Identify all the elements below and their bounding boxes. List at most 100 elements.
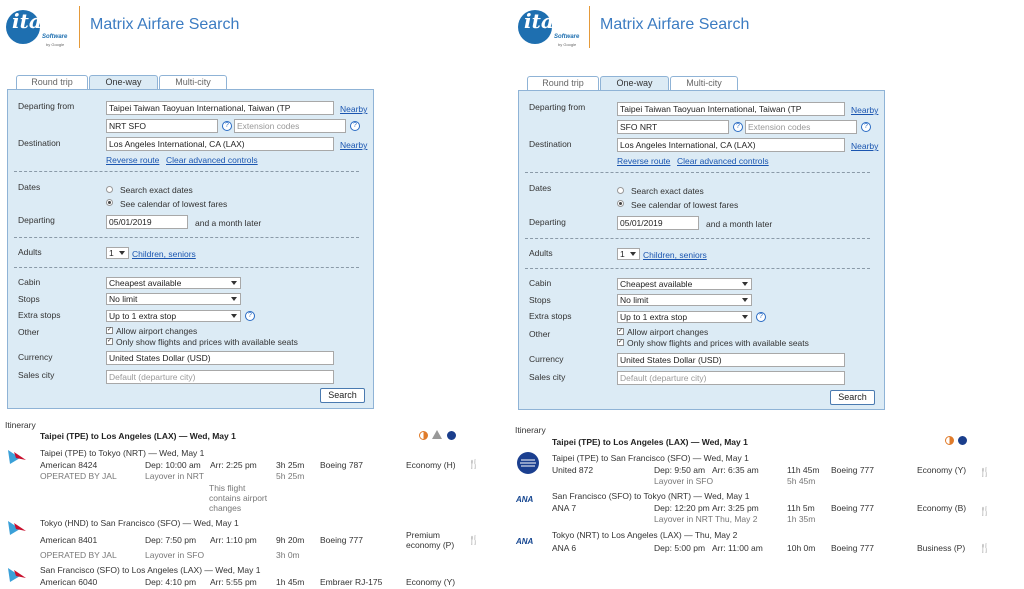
logo-subtext: Software [554, 34, 580, 40]
currency-input[interactable]: United States Dollar (USD) [106, 351, 334, 365]
flight-aircraft: Boeing 777 [320, 535, 364, 545]
ita-software-logo[interactable]: ita Software by Google [6, 6, 70, 48]
itinerary-label: Itinerary [5, 420, 36, 430]
routing-codes-input[interactable]: NRT SFO [106, 119, 218, 133]
adults-select[interactable]: 1 [617, 248, 640, 260]
radio-exact-dates[interactable] [106, 186, 113, 193]
divider [14, 267, 359, 268]
help-icon[interactable]: ? [756, 312, 766, 322]
routing-codes-input[interactable]: SFO NRT [617, 120, 729, 134]
label-only-show: Only show flights and prices with availa… [116, 337, 298, 347]
adults-value: 1 [109, 248, 114, 258]
flight-arrival: Arr: 11:00 am [712, 543, 763, 553]
label-month-later: and a month later [706, 219, 773, 229]
help-icon[interactable]: ? [733, 122, 743, 132]
flight-aircraft: Boeing 777 [831, 543, 875, 553]
tab-multi-city[interactable]: Multi-city [670, 76, 738, 91]
children-seniors-link[interactable]: Children, seniors [643, 250, 707, 260]
cabin-select[interactable]: Cheapest available [617, 278, 752, 290]
cabin-select[interactable]: Cheapest available [106, 277, 241, 289]
checkbox-allow-airport[interactable]: ✓ [106, 327, 113, 334]
flight-cabin: Economy (H) [406, 460, 456, 470]
children-seniors-link[interactable]: Children, seniors [132, 249, 196, 259]
operated-by: OPERATED BY JAL [40, 471, 117, 481]
extra-stops-select[interactable]: Up to 1 extra stop [106, 310, 241, 322]
flight-departure: Dep: 7:50 pm [145, 535, 197, 545]
divider [525, 268, 870, 269]
search-button[interactable]: Search [320, 388, 365, 403]
chevron-down-icon [630, 252, 636, 256]
meal-icon: 🍴 [979, 506, 991, 516]
clear-advanced-link[interactable]: Clear advanced controls [677, 156, 769, 166]
flight-arrival: Arr: 6:35 am [712, 465, 759, 475]
help-icon[interactable]: ? [861, 122, 871, 132]
label-only-show: Only show flights and prices with availa… [627, 338, 809, 348]
extra-stops-value: Up to 1 extra stop [109, 311, 177, 321]
tab-round-trip[interactable]: Round trip [527, 76, 599, 91]
label-destination: Destination [529, 139, 572, 149]
radio-calendar[interactable] [617, 200, 624, 207]
meal-icon: 🍴 [468, 535, 480, 545]
origin-input[interactable]: Taipei Taiwan Taoyuan International, Tai… [617, 102, 845, 116]
label-see-calendar: See calendar of lowest fares [631, 200, 739, 210]
destination-input[interactable]: Los Angeles International, CA (LAX) [617, 138, 845, 152]
flight-cabin: Business (P) [917, 543, 966, 553]
chevron-down-icon [231, 297, 237, 301]
flight-duration: 10h 0m [787, 543, 816, 553]
reverse-route-link[interactable]: Reverse route [617, 156, 670, 166]
origin-nearby-link[interactable]: Nearby [340, 104, 367, 114]
destination-input[interactable]: Los Angeles International, CA (LAX) [106, 137, 334, 151]
extension-codes-input[interactable]: Extension codes [234, 119, 346, 133]
layover-duration: 5h 45m [787, 476, 816, 486]
adults-select[interactable]: 1 [106, 247, 129, 259]
help-icon[interactable]: ? [350, 121, 360, 131]
layover-duration: 1h 35m [787, 514, 816, 524]
tab-round-trip[interactable]: Round trip [16, 75, 88, 90]
destination-nearby-link[interactable]: Nearby [851, 141, 878, 151]
overnight-icon [419, 431, 428, 440]
search-button[interactable]: Search [830, 390, 875, 405]
checkbox-only-show[interactable]: ✓ [106, 338, 113, 345]
label-month-later: and a month later [195, 218, 262, 228]
logo-text: ita [12, 9, 42, 33]
label-search-exact: Search exact dates [631, 186, 704, 196]
flight-cabin: Economy (B) [917, 503, 967, 513]
tab-multi-city[interactable]: Multi-city [159, 75, 227, 90]
flight-route: Tokyo (NRT) to Los Angeles (LAX) — Thu, … [552, 530, 738, 540]
meal-icon: 🍴 [979, 467, 991, 477]
flight-aircraft: Boeing 777 [831, 465, 875, 475]
help-icon[interactable]: ? [245, 311, 255, 321]
radio-calendar[interactable] [106, 199, 113, 206]
currency-input[interactable]: United States Dollar (USD) [617, 353, 845, 367]
destination-nearby-link[interactable]: Nearby [340, 140, 367, 150]
stops-select[interactable]: No limit [617, 294, 752, 306]
chevron-down-icon [742, 315, 748, 319]
ita-software-logo[interactable]: ita Software by Google [518, 6, 582, 48]
origin-input[interactable]: Taipei Taiwan Taoyuan International, Tai… [106, 101, 334, 115]
help-icon[interactable]: ? [222, 121, 232, 131]
departing-date-input[interactable]: 05/01/2019 [617, 216, 699, 230]
flight-aircraft: Embraer RJ-175 [320, 577, 383, 587]
flight-cabin: Economy (Y) [406, 577, 456, 587]
checkbox-only-show[interactable]: ✓ [617, 339, 624, 346]
sales-city-input[interactable]: Default (departure city) [617, 371, 845, 385]
radio-exact-dates[interactable] [617, 187, 624, 194]
flight-departure: Dep: 5:00 pm [654, 543, 706, 553]
flight-duration: 1h 45m [276, 577, 305, 587]
label-other: Other [18, 327, 40, 337]
departing-date-input[interactable]: 05/01/2019 [106, 215, 188, 229]
origin-nearby-link[interactable]: Nearby [851, 105, 878, 115]
stops-select[interactable]: No limit [106, 293, 241, 305]
ana-logo: ANA [516, 537, 534, 546]
clear-advanced-link[interactable]: Clear advanced controls [166, 155, 258, 165]
label-stops: Stops [529, 295, 551, 305]
flight-cabin: Premium economy (P) [406, 530, 455, 550]
flight-number: ANA 7 [552, 503, 577, 513]
extension-codes-input[interactable]: Extension codes [745, 120, 857, 134]
chevron-down-icon [742, 282, 748, 286]
checkbox-allow-airport[interactable]: ✓ [617, 328, 624, 335]
sales-city-input[interactable]: Default (departure city) [106, 370, 334, 384]
extra-stops-select[interactable]: Up to 1 extra stop [617, 311, 752, 323]
reverse-route-link[interactable]: Reverse route [106, 155, 159, 165]
american-airlines-logo [6, 446, 28, 468]
